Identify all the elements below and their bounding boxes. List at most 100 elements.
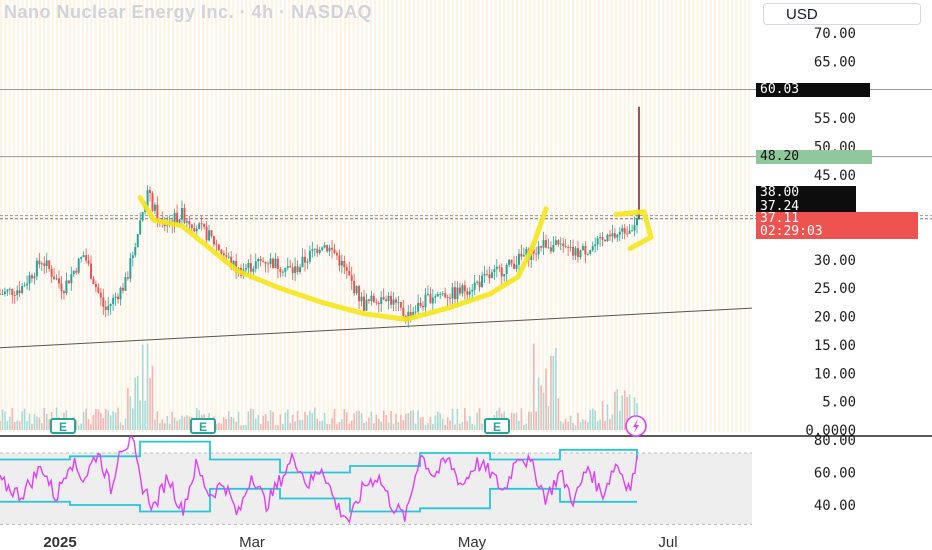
price-tick: 30.00 bbox=[814, 253, 856, 269]
volume-bar bbox=[395, 413, 397, 430]
volume-bar bbox=[31, 423, 33, 430]
volume-bar bbox=[338, 421, 341, 430]
volume-bar bbox=[119, 422, 122, 430]
candle-body bbox=[392, 299, 395, 305]
symbol-title[interactable]: Nano Nuclear Energy Inc. · 4h · NASDAQ bbox=[4, 2, 372, 23]
session-stripe bbox=[718, 0, 721, 432]
candle-body bbox=[444, 293, 447, 298]
session-stripe bbox=[73, 0, 76, 432]
volume-bar bbox=[316, 418, 319, 430]
volume-bar bbox=[282, 423, 284, 430]
candle-body bbox=[252, 268, 255, 272]
earnings-marker[interactable]: E bbox=[50, 418, 76, 434]
candle-body bbox=[50, 268, 53, 277]
price-tick: 65.00 bbox=[814, 54, 856, 70]
volume-bar bbox=[582, 419, 584, 430]
volume-bar bbox=[382, 410, 385, 430]
candle-body bbox=[62, 291, 65, 294]
candle-body bbox=[198, 223, 201, 230]
candle-body bbox=[473, 282, 476, 290]
price-tag: 02:29:03 bbox=[756, 225, 918, 239]
volume-bar bbox=[604, 420, 606, 430]
session-stripe bbox=[657, 0, 661, 432]
volume-bar bbox=[178, 419, 181, 430]
time-axis[interactable]: 2025 Mar May Jul bbox=[43, 534, 677, 550]
volume-bar bbox=[168, 423, 171, 430]
candle-body bbox=[87, 260, 90, 264]
candle-body bbox=[13, 294, 16, 296]
volume-bar bbox=[159, 423, 161, 430]
volume-bar bbox=[171, 411, 173, 430]
volume-bar bbox=[80, 423, 82, 430]
candle-body bbox=[301, 256, 304, 268]
candle-body bbox=[618, 231, 621, 235]
session-stripe bbox=[503, 0, 506, 432]
volume-bar bbox=[564, 418, 567, 430]
candle-body bbox=[439, 293, 442, 295]
volume-bar bbox=[370, 411, 373, 430]
candle-body bbox=[131, 255, 134, 259]
volume-bar bbox=[353, 413, 355, 430]
candle-body bbox=[80, 257, 83, 259]
earnings-marker[interactable]: E bbox=[484, 418, 510, 434]
volume-bar bbox=[530, 411, 533, 430]
volume-bar bbox=[92, 414, 95, 430]
candle-body bbox=[291, 267, 294, 274]
candle-body bbox=[183, 207, 186, 223]
volume-bar bbox=[149, 378, 151, 430]
volume-bar bbox=[43, 407, 46, 430]
candle-body bbox=[276, 258, 279, 270]
volume-bar bbox=[466, 420, 469, 430]
candle-body bbox=[99, 292, 102, 298]
volume-bar bbox=[555, 348, 557, 430]
volume-bar bbox=[240, 425, 242, 430]
currency-button[interactable]: USD bbox=[763, 3, 921, 25]
candle-body bbox=[495, 266, 498, 270]
candle-body bbox=[490, 272, 493, 279]
candle-body bbox=[181, 207, 183, 220]
candle-body bbox=[394, 299, 397, 303]
volume-bar bbox=[343, 409, 346, 430]
volume-bar bbox=[614, 391, 616, 430]
session-stripe bbox=[12, 0, 16, 432]
candle-body bbox=[92, 278, 95, 285]
volume-bar bbox=[471, 423, 474, 430]
volume-bar bbox=[599, 419, 601, 430]
volume-bar bbox=[402, 420, 405, 430]
volume-bar bbox=[301, 419, 304, 430]
volume-bar bbox=[444, 424, 446, 430]
volume-bar bbox=[77, 425, 80, 430]
candle-body bbox=[429, 294, 432, 304]
candle-body bbox=[0, 293, 1, 295]
volume-bar bbox=[336, 424, 338, 430]
session-stripe bbox=[597, 0, 600, 432]
candle-body bbox=[296, 266, 299, 272]
volume-bar bbox=[235, 421, 237, 430]
candle-body bbox=[75, 270, 78, 273]
candle-body bbox=[353, 280, 356, 294]
volume-bar bbox=[45, 413, 48, 430]
volume-bar bbox=[311, 413, 314, 430]
session-stripe bbox=[288, 0, 291, 432]
volume-bar bbox=[220, 423, 223, 430]
candle-body bbox=[126, 277, 129, 279]
candle-body bbox=[85, 255, 88, 261]
candle-body bbox=[579, 250, 582, 258]
candle-body bbox=[190, 224, 193, 228]
candle-body bbox=[584, 245, 587, 255]
volume-bar bbox=[245, 425, 247, 430]
volume-bar bbox=[520, 408, 523, 430]
volume-bar bbox=[623, 390, 626, 430]
candle-body bbox=[335, 252, 338, 256]
candle-body bbox=[326, 245, 329, 252]
candle-body bbox=[286, 266, 289, 268]
candle-body bbox=[604, 239, 607, 242]
volume-bar bbox=[390, 410, 392, 430]
volume-bar bbox=[328, 424, 331, 430]
candle-body bbox=[360, 296, 363, 302]
earnings-marker[interactable]: E bbox=[190, 418, 216, 434]
candle-body bbox=[559, 243, 562, 245]
volume-bar bbox=[183, 416, 186, 430]
lightning-marker[interactable] bbox=[625, 415, 647, 437]
volume-bar bbox=[41, 423, 43, 430]
